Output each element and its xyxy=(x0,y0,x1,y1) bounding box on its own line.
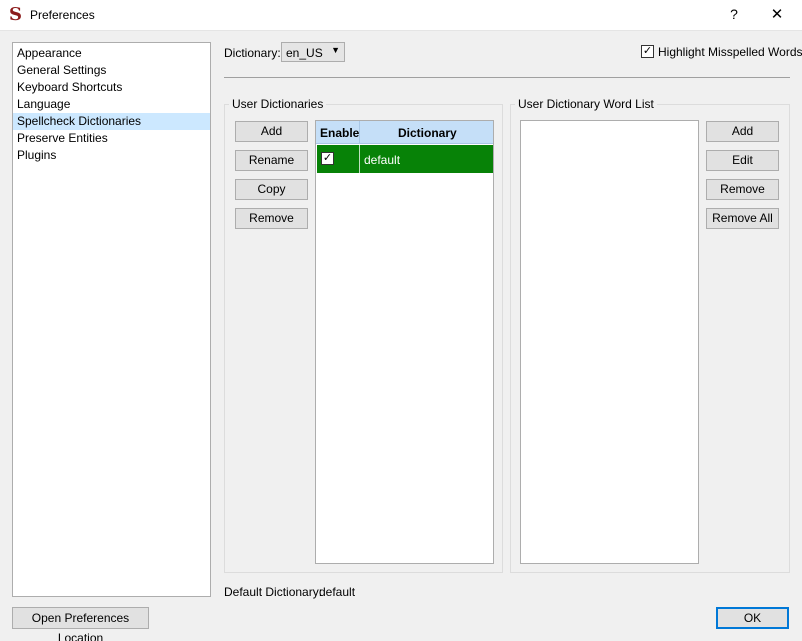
sidebar-item-preserve-entities[interactable]: Preserve Entities xyxy=(13,130,210,147)
add-word-button[interactable]: Add xyxy=(706,121,779,142)
word-list-title: User Dictionary Word List xyxy=(515,97,657,111)
default-dictionary-value: default xyxy=(319,585,356,599)
copy-dictionary-button[interactable]: Copy xyxy=(235,179,308,200)
window-title: Preferences xyxy=(30,8,95,22)
table-header: Enable Dictionary xyxy=(316,121,493,144)
dictionary-label: Dictionary: xyxy=(224,46,281,60)
open-preferences-location-button[interactable]: Open Preferences Location xyxy=(12,607,149,641)
close-button[interactable]: ✕ xyxy=(768,5,786,25)
add-dictionary-button[interactable]: Add xyxy=(235,121,308,142)
sidebar-item-keyboard-shortcuts[interactable]: Keyboard Shortcuts xyxy=(13,79,210,96)
sidebar-item-appearance[interactable]: Appearance xyxy=(13,45,210,62)
dictionary-select-value: en_US xyxy=(286,46,323,60)
enable-column-header[interactable]: Enable xyxy=(320,126,359,140)
enable-dictionary-checkbox[interactable]: ✓ xyxy=(321,152,334,165)
word-list[interactable] xyxy=(520,120,699,564)
rename-dictionary-button[interactable]: Rename xyxy=(235,150,308,171)
column-divider xyxy=(359,145,360,173)
highlight-misspelled-label: Highlight Misspelled Words xyxy=(658,45,802,59)
sidebar-item-spellcheck-dictionaries[interactable]: Spellcheck Dictionaries xyxy=(13,113,210,130)
app-logo-icon: S xyxy=(9,4,22,25)
sidebar-item-general-settings[interactable]: General Settings xyxy=(13,62,210,79)
edit-word-button[interactable]: Edit xyxy=(706,150,779,171)
category-list[interactable]: Appearance General Settings Keyboard Sho… xyxy=(12,42,211,597)
chevron-down-icon: ▼ xyxy=(331,45,340,55)
dictionaries-table[interactable]: Enable Dictionary ✓ default xyxy=(315,120,494,564)
highlight-misspelled-checkbox[interactable]: ✓ xyxy=(641,45,654,58)
help-button[interactable]: ? xyxy=(726,6,742,24)
dictionary-select[interactable]: en_US ▼ xyxy=(281,42,345,62)
separator xyxy=(224,77,790,78)
dictionary-column-header[interactable]: Dictionary xyxy=(398,126,457,140)
sidebar-item-language[interactable]: Language xyxy=(13,96,210,113)
user-dictionaries-title: User Dictionaries xyxy=(229,97,327,111)
default-dictionary-label: Default Dictionary: xyxy=(224,585,323,599)
remove-dictionary-button[interactable]: Remove xyxy=(235,208,308,229)
ok-button[interactable]: OK xyxy=(716,607,789,629)
remove-word-button[interactable]: Remove xyxy=(706,179,779,200)
sidebar-item-plugins[interactable]: Plugins xyxy=(13,147,210,164)
column-divider xyxy=(359,121,360,144)
dictionary-name-cell: default xyxy=(364,153,401,167)
title-bar: S Preferences ? ✕ xyxy=(0,0,802,31)
remove-all-words-button[interactable]: Remove All xyxy=(706,208,779,229)
table-row[interactable]: ✓ default xyxy=(317,145,493,173)
